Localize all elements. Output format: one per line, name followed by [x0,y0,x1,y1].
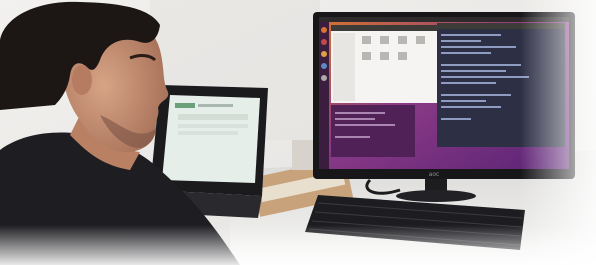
ear [72,65,92,95]
photo-illustration: aoc [0,0,596,265]
laptop-screen [162,95,260,183]
monitor-brand: aoc [429,171,440,178]
photo-scene: aoc [0,0,596,265]
